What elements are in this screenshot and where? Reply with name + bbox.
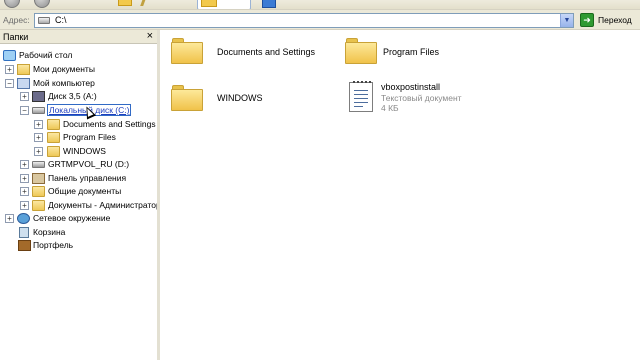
tree-item-shared-documents[interactable]: + Общие документы xyxy=(0,185,157,198)
toolbar xyxy=(0,0,640,10)
tree-item-my-computer[interactable]: − Мой компьютер xyxy=(0,77,157,90)
tree-item-control-panel[interactable]: + Панель управления xyxy=(0,172,157,185)
tree-item-program-files[interactable]: + Program Files xyxy=(0,131,157,144)
views-icon[interactable] xyxy=(262,0,276,8)
tree-item-floppy[interactable]: + Диск 3,5 (A:) xyxy=(0,90,157,103)
expand-icon[interactable]: + xyxy=(20,201,29,210)
tree-item-windows[interactable]: + WINDOWS xyxy=(0,145,157,158)
expand-icon[interactable]: + xyxy=(20,187,29,196)
folder-icon xyxy=(47,119,60,130)
file-item-documents-and-settings[interactable]: Documents and Settings xyxy=(171,38,341,78)
tree-item-network[interactable]: + Сетевое окружение xyxy=(0,212,157,225)
tree-item-label: Сетевое окружение xyxy=(33,213,111,223)
tree-item-desktop[interactable]: Рабочий стол xyxy=(0,49,157,62)
close-icon[interactable]: × xyxy=(147,30,153,43)
local-disk-icon xyxy=(38,17,50,24)
expand-icon[interactable]: + xyxy=(20,92,29,101)
folder-icon xyxy=(47,146,60,157)
tree-item-label: Общие документы xyxy=(48,186,122,196)
folders-pane: Папки × Рабочий стол + Мои документы − М… xyxy=(0,30,160,360)
chevron-down-icon[interactable]: ▼ xyxy=(560,14,573,27)
file-item-program-files[interactable]: Program Files xyxy=(345,38,515,78)
expand-icon[interactable]: + xyxy=(20,160,29,169)
file-type: Текстовый документ xyxy=(381,93,462,103)
file-name: Documents and Settings xyxy=(217,47,316,57)
folder-icon xyxy=(32,186,45,197)
briefcase-icon xyxy=(18,240,31,251)
address-value: C:\ xyxy=(55,15,67,25)
back-button[interactable] xyxy=(4,0,22,8)
file-size: 4 КБ xyxy=(381,103,399,113)
tree-item-label: Диск 3,5 (A:) xyxy=(48,91,97,101)
tree-item-label: Документы - Администратор xyxy=(48,200,157,210)
tree-item-label: Program Files xyxy=(63,132,116,142)
tree-item-cd-drive-d[interactable]: + GRTMPVOL_RU (D:) xyxy=(0,158,157,171)
search-icon[interactable] xyxy=(140,0,156,6)
expand-icon[interactable]: + xyxy=(34,147,43,156)
address-bar: Адрес: C:\ ▼ ➜ Переход xyxy=(0,10,640,30)
my-computer-icon xyxy=(17,78,30,89)
file-item-windows[interactable]: WINDOWS xyxy=(171,85,341,125)
expand-icon[interactable]: + xyxy=(5,214,14,223)
expand-icon[interactable]: + xyxy=(34,120,43,129)
floppy-icon xyxy=(32,91,45,102)
tree-item-local-disk-c[interactable]: − Локальный диск (C:) xyxy=(0,104,157,117)
tree-item-documents-and-settings[interactable]: + Documents and Settings xyxy=(0,118,157,131)
go-button[interactable]: ➜ Переход xyxy=(580,13,638,28)
folders-pane-header: Папки × xyxy=(0,30,157,44)
folders-pane-title: Папки xyxy=(3,32,29,42)
recycle-bin-icon xyxy=(19,227,29,238)
tree-item-label: Портфель xyxy=(33,240,74,250)
text-document-icon xyxy=(349,81,373,112)
expand-icon[interactable]: + xyxy=(5,65,14,74)
file-list: Documents and Settings Program Files WIN… xyxy=(163,30,640,360)
address-input[interactable]: C:\ ▼ xyxy=(34,13,574,28)
forward-button[interactable] xyxy=(34,0,52,8)
tree-item-label: Корзина xyxy=(33,227,66,237)
file-item-vboxpostinstall[interactable]: vboxpostinstall Текстовый документ 4 КБ xyxy=(345,81,515,122)
back-arrow-icon xyxy=(4,0,20,8)
expand-icon[interactable]: + xyxy=(20,174,29,183)
tree-item-label: Мой компьютер xyxy=(33,78,95,88)
forward-arrow-icon xyxy=(34,0,50,8)
folder-icon xyxy=(47,132,60,143)
collapse-icon[interactable]: − xyxy=(20,106,29,115)
folders-icon xyxy=(201,0,217,7)
tree-item-label: Documents and Settings xyxy=(63,119,156,129)
network-icon xyxy=(17,213,30,224)
folder-icon xyxy=(32,200,45,211)
folder-icon xyxy=(345,38,377,64)
tree-item-briefcase[interactable]: Портфель xyxy=(0,239,157,252)
cd-drive-icon xyxy=(32,161,45,168)
folder-icon xyxy=(171,85,203,111)
tree-item-admin-documents[interactable]: + Документы - Администратор xyxy=(0,199,157,212)
go-label: Переход xyxy=(598,15,632,25)
file-name: WINDOWS xyxy=(217,93,263,103)
tree-item-label: Панель управления xyxy=(48,173,127,183)
tree-item-my-documents[interactable]: + Мои документы xyxy=(0,63,157,76)
tree-item-recycle-bin[interactable]: Корзина xyxy=(0,226,157,239)
expand-icon[interactable]: + xyxy=(34,133,43,142)
folders-button[interactable] xyxy=(197,0,251,9)
desktop-icon xyxy=(3,50,16,61)
tree-item-label: WINDOWS xyxy=(63,146,106,156)
file-name: Program Files xyxy=(383,47,440,57)
tree-item-label: Рабочий стол xyxy=(19,50,73,60)
tree-item-label: Мои документы xyxy=(33,64,95,74)
my-documents-icon xyxy=(17,64,30,75)
file-name: vboxpostinstall xyxy=(381,82,441,92)
local-disk-icon xyxy=(32,107,45,114)
control-panel-icon xyxy=(32,173,45,184)
go-arrow-icon: ➜ xyxy=(580,13,594,27)
collapse-icon[interactable]: − xyxy=(5,79,14,88)
tree-item-label: GRTMPVOL_RU (D:) xyxy=(48,159,130,169)
folder-icon xyxy=(171,38,203,64)
up-folder-icon[interactable] xyxy=(118,0,132,6)
address-label: Адрес: xyxy=(3,15,30,25)
